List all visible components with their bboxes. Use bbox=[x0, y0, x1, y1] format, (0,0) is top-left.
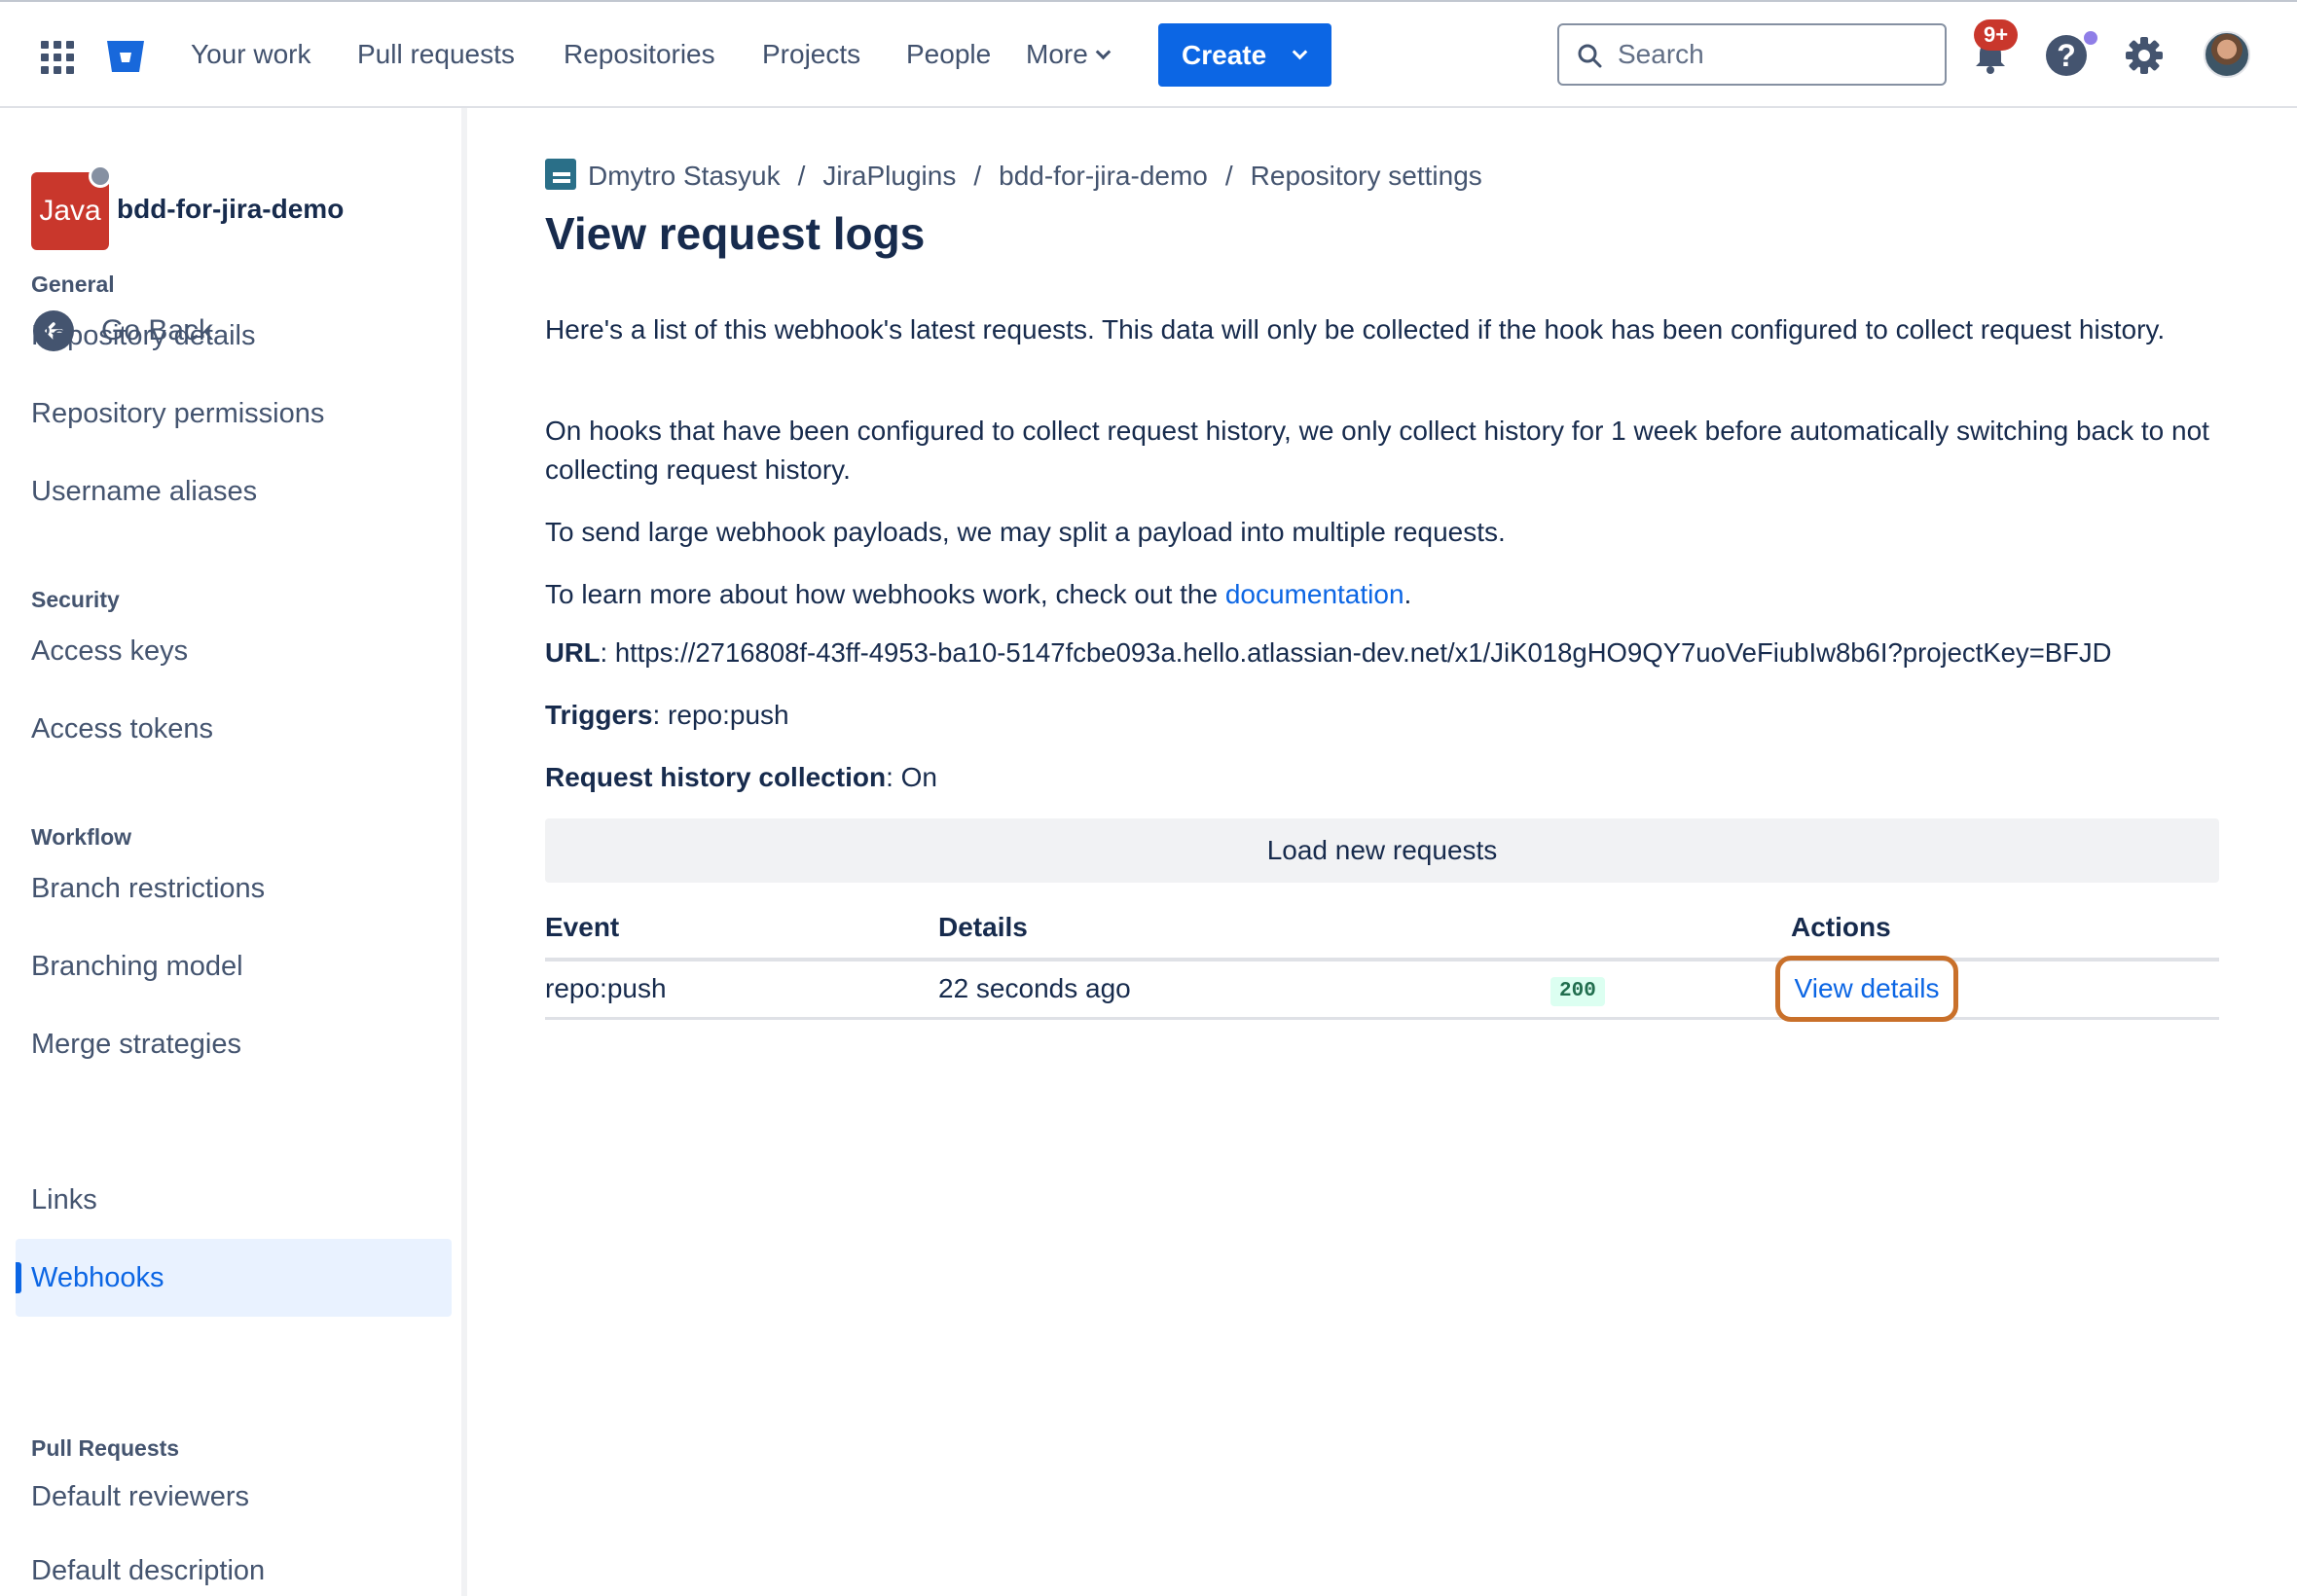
breadcrumb-separator: / bbox=[973, 161, 982, 191]
history-paragraph: On hooks that have been configured to co… bbox=[545, 416, 2209, 485]
page-title: View request logs bbox=[545, 208, 926, 259]
nav-projects[interactable]: Projects bbox=[762, 35, 860, 74]
top-navigation: Your work Pull requests Repositories Pro… bbox=[0, 0, 2297, 108]
search-field[interactable] bbox=[1557, 23, 1947, 86]
webhook-url: URL: https://2716808f-43ff-4953-ba10-514… bbox=[545, 637, 2112, 668]
url-label: URL bbox=[545, 637, 601, 668]
sidebar-item-repository-permissions[interactable]: Repository permissions bbox=[16, 375, 452, 453]
sidebar-item-merge-strategies[interactable]: Merge strategies bbox=[16, 1005, 452, 1083]
sidebar-item-default-reviewers[interactable]: Default reviewers bbox=[16, 1458, 452, 1536]
app-switcher-icon[interactable] bbox=[41, 41, 74, 74]
breadcrumb-separator: / bbox=[797, 161, 806, 191]
history-value: On bbox=[900, 762, 937, 792]
create-button-label: Create bbox=[1182, 40, 1267, 70]
sidebar-item-access-keys[interactable]: Access keys bbox=[16, 612, 452, 690]
learn-more-paragraph: To learn more about how webhooks work, c… bbox=[545, 575, 2219, 614]
bitbucket-logo-icon[interactable] bbox=[105, 37, 146, 76]
section-heading-workflow: Workflow bbox=[31, 824, 132, 850]
repo-name[interactable]: bdd-for-jira-demo bbox=[117, 194, 344, 225]
breadcrumb-repository[interactable]: bdd-for-jira-demo bbox=[999, 161, 1208, 191]
intro-paragraph: Here's a list of this webhook's latest r… bbox=[545, 314, 2166, 345]
learn-more-text: To learn more about how webhooks work, c… bbox=[545, 579, 1219, 609]
user-avatar[interactable] bbox=[2204, 31, 2250, 78]
column-header-event: Event bbox=[545, 912, 620, 942]
chevron-down-icon bbox=[1095, 44, 1112, 60]
request-history-collection: Request history collection: On bbox=[545, 762, 937, 792]
breadcrumb: Dmytro Stasyuk / JiraPlugins / bdd-for-jira-… bbox=[545, 159, 1482, 192]
section-heading-general: General bbox=[31, 272, 115, 297]
section-heading-security: Security bbox=[31, 587, 120, 612]
sidebar-item-links[interactable]: Links bbox=[16, 1161, 452, 1239]
sidebar-item-default-description[interactable]: Default description bbox=[16, 1532, 452, 1596]
sidebar-item-username-aliases[interactable]: Username aliases bbox=[16, 453, 452, 530]
breadcrumb-separator: / bbox=[1224, 161, 1233, 191]
sidebar-item-webhooks[interactable]: Webhooks bbox=[16, 1239, 452, 1317]
lock-icon bbox=[89, 164, 112, 188]
sidebar-item-branch-restrictions[interactable]: Branch restrictions bbox=[16, 850, 452, 927]
breadcrumb-workspace[interactable]: Dmytro Stasyuk bbox=[588, 161, 781, 191]
nav-more[interactable]: More bbox=[1026, 35, 1112, 74]
payload-paragraph: To send large webhook payloads, we may s… bbox=[545, 517, 1506, 547]
create-button[interactable]: Create bbox=[1158, 23, 1331, 87]
chevron-down-icon bbox=[1292, 44, 1308, 60]
settings-gear-icon[interactable] bbox=[2124, 35, 2165, 76]
breadcrumb-project[interactable]: JiraPlugins bbox=[822, 161, 956, 191]
learn-more-suffix: . bbox=[1404, 579, 1412, 609]
nav-your-work[interactable]: Your work bbox=[191, 35, 310, 74]
nav-more-label: More bbox=[1026, 39, 1088, 69]
breadcrumb-repository-settings[interactable]: Repository settings bbox=[1251, 161, 1482, 191]
sidebar-item-branching-model[interactable]: Branching model bbox=[16, 927, 452, 1005]
search-input[interactable] bbox=[1618, 35, 1929, 74]
status-badge: 200 bbox=[1550, 977, 1605, 1006]
triggers-value: repo:push bbox=[668, 700, 789, 730]
url-value: https://2716808f-43ff-4953-ba10-5147fcbe… bbox=[614, 637, 2112, 668]
table-row: repo:push 22 seconds ago 200 View detail… bbox=[545, 956, 2219, 1022]
search-icon bbox=[1578, 44, 1602, 68]
nav-pull-requests[interactable]: Pull requests bbox=[357, 35, 515, 74]
notification-count-badge: 9+ bbox=[1974, 19, 2019, 51]
sidebar-item-repository-details[interactable]: Repository details bbox=[16, 297, 452, 375]
column-header-actions: Actions bbox=[1791, 912, 1891, 942]
sidebar: Java bdd-for-jira-demo Go Back General R… bbox=[0, 108, 467, 1596]
webhook-triggers: Triggers: repo:push bbox=[545, 700, 789, 730]
history-label: Request history collection bbox=[545, 762, 887, 792]
event-cell: repo:push bbox=[545, 973, 667, 1003]
sidebar-item-access-tokens[interactable]: Access tokens bbox=[16, 690, 452, 768]
column-header-details: Details bbox=[938, 912, 1028, 942]
workspace-icon bbox=[545, 159, 576, 190]
help-icon[interactable]: ? bbox=[2046, 35, 2087, 76]
load-new-requests-button[interactable]: Load new requests bbox=[545, 818, 2219, 883]
nav-people[interactable]: People bbox=[906, 35, 991, 74]
documentation-link[interactable]: documentation bbox=[1225, 579, 1404, 609]
view-details-link[interactable]: View details bbox=[1775, 956, 1958, 1022]
time-cell: 22 seconds ago bbox=[938, 973, 1131, 1003]
nav-repositories[interactable]: Repositories bbox=[564, 35, 715, 74]
help-indicator-dot bbox=[2084, 31, 2097, 45]
triggers-label: Triggers bbox=[545, 700, 653, 730]
